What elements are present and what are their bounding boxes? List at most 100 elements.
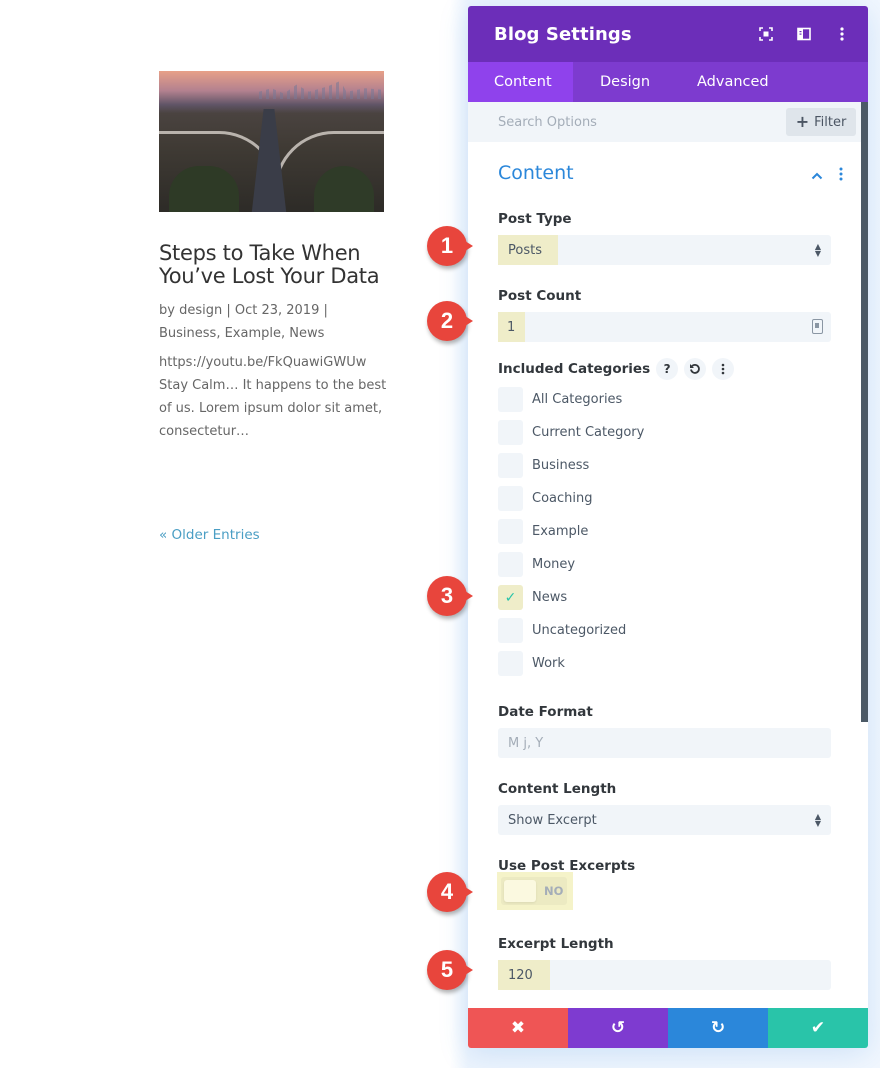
checkbox[interactable] bbox=[498, 651, 523, 676]
post-count-label: Post Count bbox=[498, 288, 582, 304]
category-item-business[interactable]: Business bbox=[498, 449, 644, 482]
checkbox[interactable] bbox=[498, 387, 523, 412]
category-item-news[interactable]: ✓ News bbox=[498, 581, 644, 614]
more-options-icon[interactable] bbox=[834, 26, 850, 42]
checkbox[interactable] bbox=[498, 453, 523, 478]
scrollbar-thumb[interactable] bbox=[861, 102, 868, 722]
marker-number: 2 bbox=[440, 308, 454, 333]
tab-design[interactable]: Design bbox=[600, 62, 670, 102]
chevron-up-icon[interactable] bbox=[811, 166, 823, 185]
field-more-icon[interactable] bbox=[712, 358, 735, 380]
post-featured-image[interactable] bbox=[159, 71, 384, 212]
toggle-state: NO bbox=[544, 884, 564, 898]
modal-footer: ✖ ↺ ↻ ✔ bbox=[468, 1008, 868, 1048]
header-icons bbox=[758, 6, 850, 62]
sidebar-toggle-icon[interactable] bbox=[796, 26, 812, 42]
excerpt-length-input[interactable]: 120 bbox=[498, 960, 831, 990]
category-item-current-category[interactable]: Current Category bbox=[498, 416, 644, 449]
date-format-label: Date Format bbox=[498, 704, 593, 720]
category-item-uncategorized[interactable]: Uncategorized bbox=[498, 614, 644, 647]
discard-button[interactable]: ✖ bbox=[468, 1008, 568, 1048]
checkbox[interactable] bbox=[498, 420, 523, 445]
redo-button[interactable]: ↻ bbox=[668, 1008, 768, 1048]
category-label: All Categories bbox=[532, 392, 623, 407]
category-label: Money bbox=[532, 557, 576, 572]
category-checkbox-list: All Categories Current Category Business… bbox=[498, 383, 644, 680]
toggle-knob bbox=[504, 880, 536, 902]
category-item-example[interactable]: Example bbox=[498, 515, 644, 548]
checkmark-icon: ✓ bbox=[504, 589, 517, 606]
toggle-highlight: NO bbox=[497, 872, 573, 910]
tab-content[interactable]: Content bbox=[468, 62, 573, 102]
modal-header[interactable]: Blog Settings bbox=[468, 6, 868, 62]
category-item-coaching[interactable]: Coaching bbox=[498, 482, 644, 515]
excerpt-length-label: Excerpt Length bbox=[498, 936, 614, 952]
category-item-money[interactable]: Money bbox=[498, 548, 644, 581]
category-label: Work bbox=[532, 656, 565, 671]
callout-marker-4: 4 bbox=[427, 872, 473, 912]
marker-number: 1 bbox=[440, 233, 454, 258]
category-item-work[interactable]: Work bbox=[498, 647, 644, 680]
modal-title: Blog Settings bbox=[494, 23, 632, 45]
excerpt-length-value: 120 bbox=[498, 960, 550, 990]
checkbox[interactable] bbox=[498, 486, 523, 511]
category-label: Current Category bbox=[532, 425, 645, 440]
post-author-date: by design | Oct 23, 2019 | bbox=[159, 303, 328, 318]
filter-label: Filter bbox=[814, 114, 847, 130]
plus-icon: + bbox=[795, 112, 810, 131]
close-icon: ✖ bbox=[510, 1018, 526, 1038]
checkbox[interactable] bbox=[498, 618, 523, 643]
checkbox[interactable] bbox=[498, 552, 523, 577]
category-label: Example bbox=[532, 524, 589, 539]
post-type-select[interactable]: Posts ▲ ▼ bbox=[498, 235, 831, 265]
expand-icon[interactable] bbox=[758, 26, 774, 42]
date-format-input[interactable]: M j, Y bbox=[498, 728, 831, 758]
marker-number: 4 bbox=[440, 879, 454, 904]
category-label: Coaching bbox=[532, 491, 593, 506]
post-title[interactable]: Steps to Take When You’ve Lost Your Data bbox=[159, 242, 384, 288]
select-arrows-icon: ▲ ▼ bbox=[814, 242, 821, 258]
dynamic-content-icon[interactable] bbox=[812, 319, 823, 334]
undo-button[interactable]: ↺ bbox=[568, 1008, 668, 1048]
included-categories-header: Included Categories ? bbox=[498, 358, 735, 380]
content-length-value: Show Excerpt bbox=[508, 812, 597, 828]
reset-icon[interactable] bbox=[684, 358, 707, 380]
category-label: Business bbox=[532, 458, 590, 473]
callout-marker-1: 1 bbox=[427, 226, 473, 266]
skyline-graphic bbox=[259, 81, 384, 99]
search-bar: + Filter bbox=[468, 102, 868, 142]
search-options-input[interactable] bbox=[498, 114, 758, 130]
redo-icon: ↻ bbox=[710, 1018, 726, 1038]
post-count-input[interactable]: 1 bbox=[498, 312, 831, 342]
select-arrows-icon: ▲ ▼ bbox=[814, 812, 821, 828]
post-excerpt: https://youtu.be/FkQuawiGWUw Stay Calm… … bbox=[159, 355, 387, 439]
content-length-select[interactable]: Show Excerpt ▲ ▼ bbox=[498, 805, 831, 835]
checkbox-checked[interactable]: ✓ bbox=[498, 585, 523, 610]
post-meta: by design | Oct 23, 2019 | Business, Exa… bbox=[159, 299, 384, 345]
undo-icon: ↺ bbox=[610, 1018, 626, 1038]
use-post-excerpts-toggle[interactable]: NO bbox=[501, 877, 567, 905]
post-count-value: 1 bbox=[498, 312, 525, 342]
filter-button[interactable]: + Filter bbox=[786, 108, 856, 136]
category-item-all-categories[interactable]: All Categories bbox=[498, 383, 644, 416]
settings-body: Content Post Type Posts ▲ ▼ Post Count 1 … bbox=[468, 142, 861, 1008]
section-title: Content bbox=[498, 162, 574, 184]
blog-settings-modal: Blog Settings Content Design Advanced + … bbox=[468, 6, 868, 1048]
save-button[interactable]: ✔ bbox=[768, 1008, 868, 1048]
included-categories-label: Included Categories bbox=[498, 361, 651, 377]
older-entries-link[interactable]: « Older Entries bbox=[159, 527, 260, 543]
callout-marker-5: 5 bbox=[427, 950, 473, 990]
post-type-value: Posts bbox=[498, 235, 558, 265]
tab-advanced[interactable]: Advanced bbox=[670, 62, 795, 102]
modal-tabs: Content Design Advanced bbox=[468, 62, 868, 102]
blog-post: Steps to Take When You’ve Lost Your Data… bbox=[159, 71, 389, 443]
section-more-icon[interactable] bbox=[839, 166, 843, 185]
marker-number: 3 bbox=[440, 583, 454, 608]
category-label: Uncategorized bbox=[532, 623, 627, 638]
marker-number: 5 bbox=[440, 957, 454, 982]
help-icon[interactable]: ? bbox=[656, 358, 679, 380]
checkbox[interactable] bbox=[498, 519, 523, 544]
content-section-header[interactable]: Content bbox=[498, 162, 861, 184]
category-label: News bbox=[532, 590, 568, 605]
date-format-placeholder: M j, Y bbox=[508, 735, 544, 751]
